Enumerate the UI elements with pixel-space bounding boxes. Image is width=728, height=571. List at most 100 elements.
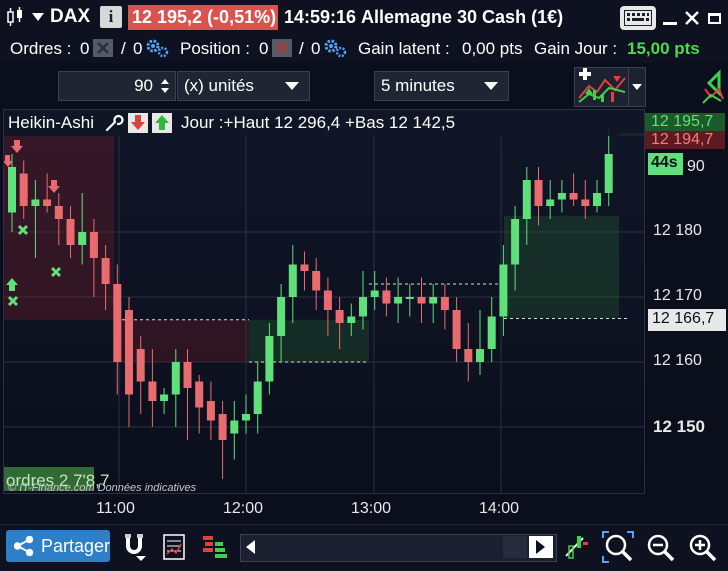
gears-icon[interactable] xyxy=(145,38,169,58)
minimize-icon[interactable] xyxy=(660,8,680,28)
timeframe-value: 5 minutes xyxy=(381,76,455,95)
price-axis[interactable]: 12 195,7 12 194,7 44s 90 12 180 12 170 1… xyxy=(645,109,728,494)
scroll-thumb[interactable] xyxy=(503,536,527,558)
price-chart[interactable]: Heikin-Ashi Jour :+Haut 12 296,4 +Bas 12… xyxy=(3,109,645,494)
gain-latent-value: 0,00 pts xyxy=(462,39,523,58)
candle-body xyxy=(288,264,297,297)
cancel-orders-icon[interactable] xyxy=(93,39,113,57)
candlestick-icon[interactable] xyxy=(4,6,26,28)
chevron-down-icon[interactable] xyxy=(628,67,646,107)
stepper-icon[interactable] xyxy=(159,75,171,97)
timeframe-select[interactable]: 5 minutes xyxy=(374,71,509,101)
candle-body xyxy=(43,199,52,206)
candle-body xyxy=(394,297,403,304)
current-price: 12 194,7 xyxy=(651,131,714,148)
position-separator: / xyxy=(299,39,304,58)
candle-body xyxy=(195,381,204,408)
symbol-label[interactable]: DAX xyxy=(50,6,90,28)
chart-scrollbar[interactable] xyxy=(240,534,557,562)
magnet-icon[interactable] xyxy=(120,531,150,563)
countdown: 44s xyxy=(651,154,678,171)
y-tick-label: 12 160 xyxy=(653,352,702,369)
orders-label: Ordres : xyxy=(10,39,72,58)
units-quantity-input[interactable]: 90 xyxy=(58,71,176,101)
candle-body xyxy=(125,310,133,395)
current-high-price: 12 195,7 xyxy=(651,113,714,130)
x-tick-label: 14:00 xyxy=(479,500,520,517)
y-tick-label: 12 150 xyxy=(653,417,705,436)
units-type-select[interactable]: (x) unités xyxy=(177,71,310,101)
order-book-icon[interactable] xyxy=(200,531,230,563)
add-indicator-icon[interactable] xyxy=(574,67,630,107)
scroll-right-icon[interactable] xyxy=(529,536,553,558)
candle-body xyxy=(382,290,391,304)
candle-body xyxy=(405,297,414,299)
price-change: 12 195,2 (-0,51%) xyxy=(132,7,277,27)
chart-canvas xyxy=(4,110,644,493)
candle-body xyxy=(499,264,508,317)
units-quantity-value: 90 xyxy=(134,76,153,95)
x-tick-label: 12:00 xyxy=(223,500,264,517)
candle-body xyxy=(452,310,461,349)
candle-body xyxy=(183,362,192,388)
time-axis[interactable]: 11:00 12:00 13:00 14:00 xyxy=(3,494,645,524)
candle-body xyxy=(429,297,438,304)
candle-body xyxy=(604,154,613,193)
y-tick-label: 12 180 xyxy=(653,222,702,239)
position-pending: 0 xyxy=(311,39,321,58)
candle-body xyxy=(464,349,473,362)
zoom-in-icon[interactable] xyxy=(686,531,720,565)
close-icon[interactable] xyxy=(682,8,702,28)
zoom-out-icon[interactable] xyxy=(644,531,678,565)
candle-body xyxy=(557,193,566,200)
chart-tools-icon[interactable] xyxy=(562,531,592,563)
candle-body xyxy=(300,264,309,271)
buy-arrow-icon[interactable] xyxy=(152,113,172,133)
candle-body xyxy=(277,297,286,336)
chevron-down-icon[interactable] xyxy=(30,10,46,24)
level-price: 12 166,7 xyxy=(652,310,715,327)
candle-body xyxy=(335,310,344,323)
units-type-value: (x) unités xyxy=(184,76,254,95)
x-tick-label: 13:00 xyxy=(351,500,392,517)
collapse-panel-icon[interactable] xyxy=(697,69,727,107)
candle-body xyxy=(370,290,379,297)
maximize-icon[interactable] xyxy=(704,8,724,28)
orders-bar: Ordres : 0 / 0 Position : 0 / 0 Gain lat… xyxy=(0,34,728,64)
info-icon[interactable]: i xyxy=(100,6,122,28)
candle-body xyxy=(242,414,250,421)
candle-body xyxy=(546,199,555,206)
share-icon xyxy=(13,535,34,557)
wrench-icon[interactable] xyxy=(103,112,125,134)
candle-body xyxy=(218,414,227,440)
y-tick-top: 90 xyxy=(687,158,705,175)
orders-count: 0 xyxy=(80,39,90,58)
candle-body xyxy=(230,420,239,434)
keyboard-icon[interactable] xyxy=(620,6,656,30)
bottom-toolbar: Partager xyxy=(0,524,728,571)
watermark: © IT-Finance.com Données indicatives xyxy=(8,482,197,494)
gain-jour-label: Gain Jour : xyxy=(534,39,618,58)
candle-body xyxy=(417,297,426,304)
candle-body xyxy=(136,349,145,382)
share-button[interactable]: Partager xyxy=(6,530,110,562)
clock-time: 14:59:16 xyxy=(284,7,357,27)
zoom-fit-icon[interactable] xyxy=(600,529,636,565)
close-position-icon[interactable] xyxy=(272,39,292,57)
list-icon[interactable] xyxy=(160,531,188,563)
gain-jour-value: 15,00 pts xyxy=(627,39,700,58)
position-count: 0 xyxy=(259,39,269,58)
indicator-name[interactable]: Heikin-Ashi xyxy=(8,113,94,133)
candle-body xyxy=(569,193,578,200)
title-bar: DAX i 12 195,2 (-0,51%) 14:59:16 Allemag… xyxy=(0,0,728,35)
scroll-left-icon[interactable] xyxy=(245,540,257,556)
sell-arrow-icon[interactable] xyxy=(128,113,148,133)
gain-latent-label: Gain latent : xyxy=(358,39,450,58)
candle-body xyxy=(593,193,601,206)
candle-body xyxy=(19,173,28,206)
candle-body xyxy=(323,290,332,310)
gears-icon[interactable] xyxy=(323,38,347,58)
day-range-label: Jour :+Haut 12 296,4 +Bas 12 142,5 xyxy=(181,113,456,132)
x-tick-label: 11:00 xyxy=(96,500,135,517)
candle-body xyxy=(359,297,367,317)
